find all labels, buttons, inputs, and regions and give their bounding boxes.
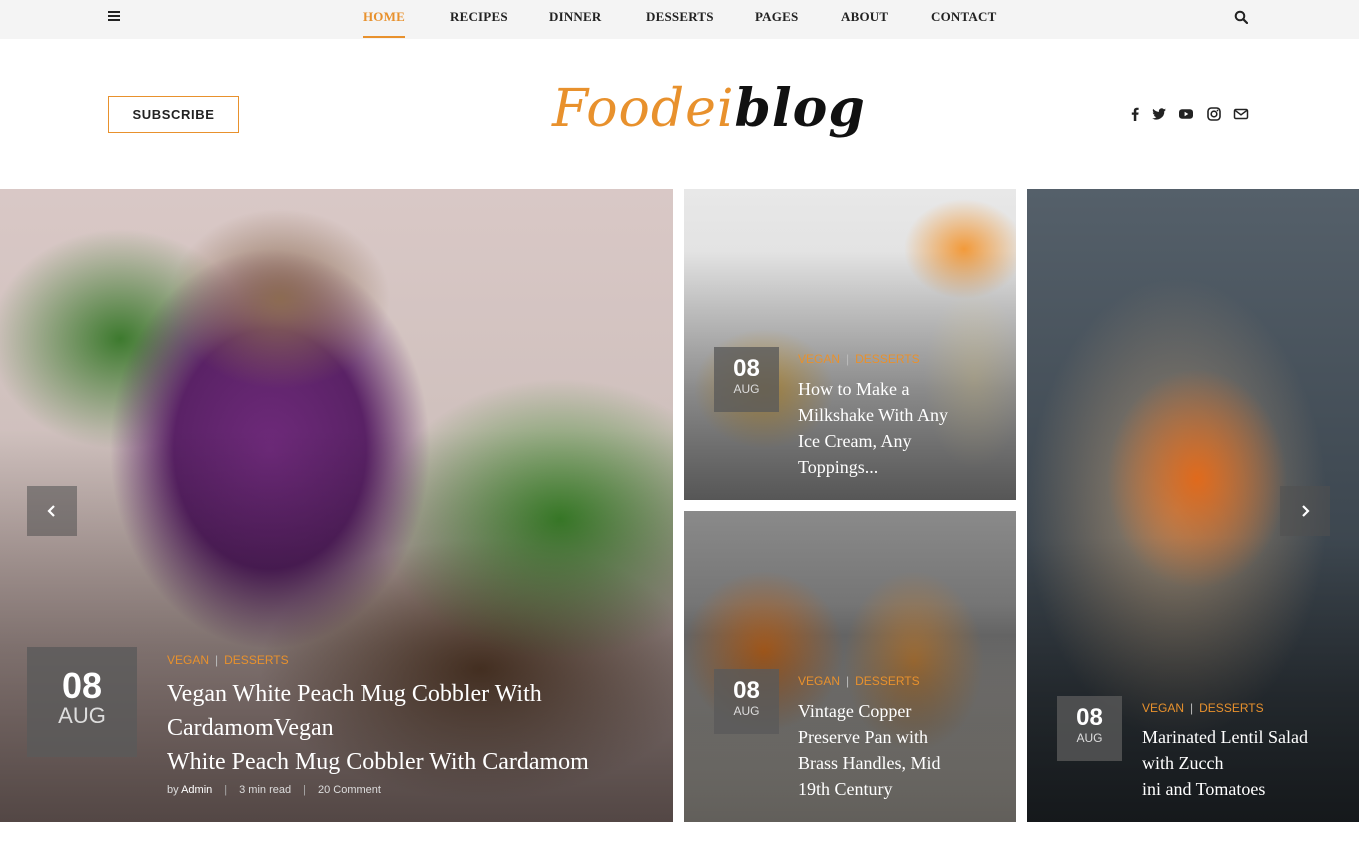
logo-part-2: blog xyxy=(734,78,866,139)
post-categories: VEGAN | DESSERTS xyxy=(798,352,920,366)
email-icon[interactable] xyxy=(1233,106,1249,122)
post-title-line: ini and Tomatoes xyxy=(1142,779,1266,799)
facebook-icon[interactable] xyxy=(1127,106,1143,122)
post-date-badge: 08 AUG xyxy=(27,647,137,757)
post-date-month: AUG xyxy=(733,704,760,718)
category-link-desserts[interactable]: DESSERTS xyxy=(855,352,919,366)
featured-post-main[interactable]: 08 AUG VEGAN | DESSERTS Vegan White Peach … xyxy=(0,189,673,822)
post-title-line: White Peach Mug Cobbler With Cardamom xyxy=(167,749,589,775)
instagram-icon[interactable] xyxy=(1206,106,1222,122)
post-title-line: Brass Handles, Mid xyxy=(798,753,941,773)
post-card-copper-pan[interactable]: 08 AUG VEGAN | DESSERTS Vintage Copper Pre… xyxy=(684,511,1016,822)
post-date-day: 08 xyxy=(733,355,760,382)
post-categories: VEGAN | DESSERTS xyxy=(798,674,920,688)
category-separator: | xyxy=(1190,701,1194,715)
post-title-line: 19th Century xyxy=(798,779,893,799)
post-title[interactable]: Vegan White Peach Mug Cobbler With Carda… xyxy=(167,677,657,779)
post-title-line: with Zucch xyxy=(1142,753,1224,773)
category-separator: | xyxy=(215,653,219,667)
meta-separator: | xyxy=(303,784,306,796)
category-link-desserts[interactable]: DESSERTS xyxy=(224,653,288,667)
slider-next-button[interactable] xyxy=(1280,486,1330,536)
category-separator: | xyxy=(846,352,850,366)
logo-part-1: Foodei xyxy=(552,79,735,139)
active-nav-indicator xyxy=(363,36,405,38)
read-time: 3 min read xyxy=(239,784,292,796)
nav-item-dinner[interactable]: DINNER xyxy=(549,9,601,25)
top-navigation-bar: HOME RECIPES DINNER DESSERTS PAGES ABOUT… xyxy=(0,0,1359,39)
post-date-month: AUG xyxy=(58,703,106,728)
post-categories: VEGAN | DESSERTS xyxy=(167,653,289,667)
post-title-line: CardamomVegan xyxy=(167,715,334,741)
category-separator: | xyxy=(846,674,850,688)
post-title-line: How to Make a xyxy=(798,379,910,399)
search-icon[interactable] xyxy=(1234,10,1248,24)
main-menu: HOME RECIPES DINNER DESSERTS PAGES ABOUT… xyxy=(0,0,1359,39)
post-title-line: Ice Cream, Any xyxy=(798,431,912,451)
subscribe-button[interactable]: SUBSCRIBE xyxy=(108,96,239,133)
nav-item-desserts[interactable]: DESSERTS xyxy=(646,9,714,25)
post-date-badge: 08 AUG xyxy=(714,347,779,412)
post-title-line: Marinated Lentil Salad xyxy=(1142,727,1308,747)
chevron-right-icon xyxy=(1302,505,1310,517)
category-link-desserts[interactable]: DESSERTS xyxy=(855,674,919,688)
slider-prev-button[interactable] xyxy=(27,486,77,536)
category-link-vegan[interactable]: VEGAN xyxy=(167,653,209,667)
nav-item-recipes[interactable]: RECIPES xyxy=(450,9,508,25)
twitter-icon[interactable] xyxy=(1151,106,1167,122)
nav-item-home[interactable]: HOME xyxy=(363,9,405,25)
category-link-vegan[interactable]: VEGAN xyxy=(798,674,840,688)
category-link-vegan[interactable]: VEGAN xyxy=(798,352,840,366)
post-title[interactable]: Vintage Copper Preserve Pan with Brass H… xyxy=(798,698,998,802)
post-title-line: Vegan White Peach Mug Cobbler With xyxy=(167,681,542,707)
post-date-month: AUG xyxy=(733,382,760,396)
post-card-milkshake[interactable]: 08 AUG VEGAN | DESSERTS How to Make a Milk… xyxy=(684,189,1016,500)
post-title-line: Toppings... xyxy=(798,457,879,477)
post-categories: VEGAN | DESSERTS xyxy=(1142,701,1264,715)
meta-by-label: by xyxy=(167,784,179,796)
site-logo[interactable]: Foodeiblog xyxy=(552,78,866,139)
post-date-day: 08 xyxy=(733,677,760,704)
post-date-day: 08 xyxy=(61,665,103,706)
youtube-icon[interactable] xyxy=(1178,106,1194,122)
post-date-month: AUG xyxy=(1076,731,1103,745)
chevron-left-icon xyxy=(47,505,55,517)
post-title[interactable]: How to Make a Milkshake With Any Ice Cre… xyxy=(798,376,998,480)
post-meta: by Admin | 3 min read | 20 Comment xyxy=(167,784,381,796)
category-link-desserts[interactable]: DESSERTS xyxy=(1199,701,1263,715)
nav-item-pages[interactable]: PAGES xyxy=(755,9,798,25)
post-title-line: Preserve Pan with xyxy=(798,727,928,747)
category-link-vegan[interactable]: VEGAN xyxy=(1142,701,1184,715)
author-link[interactable]: Admin xyxy=(181,784,212,796)
post-title-line: Vintage Copper xyxy=(798,701,912,721)
meta-separator: | xyxy=(224,784,228,796)
comments-link[interactable]: 20 Comment xyxy=(318,784,381,796)
post-date-day: 08 xyxy=(1076,704,1103,731)
nav-item-about[interactable]: ABOUT xyxy=(841,9,888,25)
post-date-badge: 08 AUG xyxy=(714,669,779,734)
post-title[interactable]: Marinated Lentil Salad with Zucch ini an… xyxy=(1142,724,1347,802)
post-date-badge: 08 AUG xyxy=(1057,696,1122,761)
nav-item-contact[interactable]: CONTACT xyxy=(931,9,996,25)
post-title-line: Milkshake With Any xyxy=(798,405,948,425)
